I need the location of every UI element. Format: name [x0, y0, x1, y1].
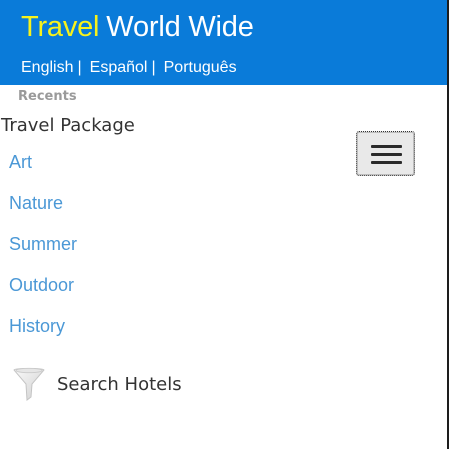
language-link-english[interactable]: English [21, 59, 73, 76]
language-separator: | [77, 59, 82, 76]
category-item-outdoor: Outdoor [9, 273, 77, 314]
category-link-outdoor[interactable]: Outdoor [9, 275, 74, 295]
category-item-art: Art [9, 150, 77, 191]
brand-word-travel: Travel [21, 11, 100, 43]
hamburger-menu-icon [371, 161, 402, 164]
funnel-filter-icon [13, 367, 45, 401]
site-logo[interactable]: Travel World Wide [21, 10, 254, 44]
language-link-portugues[interactable]: Português [164, 59, 237, 76]
travel-package-heading: Travel Package [1, 115, 135, 136]
search-hotels-label: Search Hotels [57, 373, 182, 395]
hamburger-menu-icon [371, 145, 402, 148]
hamburger-menu-icon [371, 153, 402, 156]
language-selector: English | Español | Português [21, 58, 237, 78]
category-item-nature: Nature [9, 191, 77, 232]
site-header: Travel World Wide English | Español | Portugu… [0, 0, 447, 85]
category-link-summer[interactable]: Summer [9, 234, 77, 254]
hamburger-menu-button[interactable] [356, 131, 415, 176]
language-link-espanol[interactable]: Español [90, 59, 148, 76]
search-hotels-link[interactable]: Search Hotels [12, 366, 182, 402]
recents-label: Recents [18, 89, 77, 104]
category-link-history[interactable]: History [9, 316, 65, 336]
category-link-nature[interactable]: Nature [9, 193, 63, 213]
brand-word-world-wide: World Wide [106, 11, 254, 43]
category-link-art[interactable]: Art [9, 152, 32, 172]
language-separator: | [151, 59, 156, 76]
category-list: Art Nature Summer Outdoor History [9, 150, 77, 355]
category-item-history: History [9, 314, 77, 355]
category-item-summer: Summer [9, 232, 77, 273]
